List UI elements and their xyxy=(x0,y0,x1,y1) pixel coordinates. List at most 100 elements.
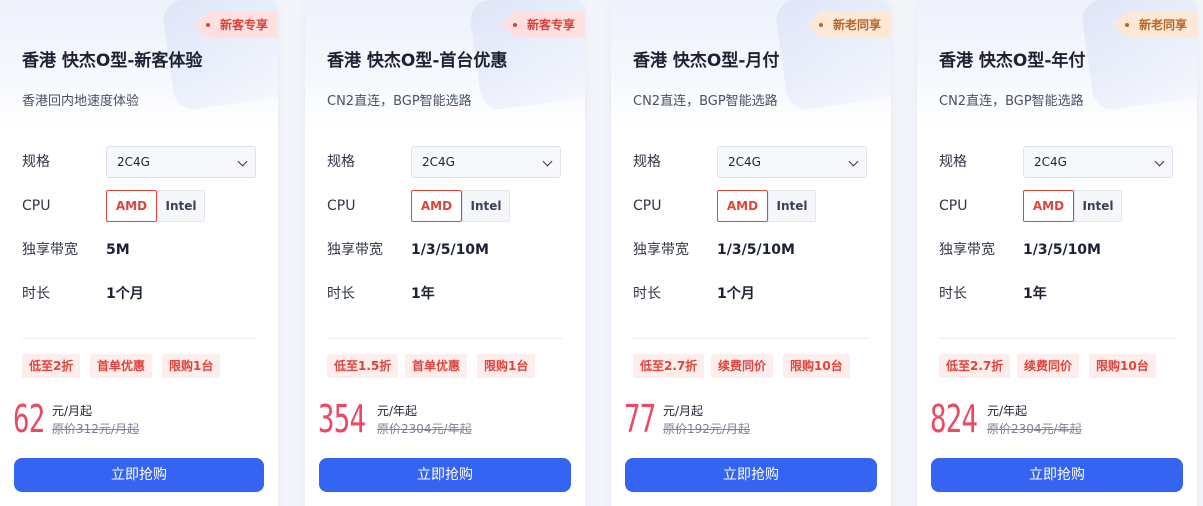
tag-dot-icon xyxy=(818,23,823,27)
spec-row: 规格 2C4G xyxy=(633,146,869,178)
limit-badge: 限购10台 xyxy=(1089,354,1156,378)
cpu-option-intel[interactable]: Intel xyxy=(768,190,816,222)
duration-value: 1个月 xyxy=(717,286,755,302)
tag-dot-icon xyxy=(512,23,517,27)
chevron-down-icon xyxy=(542,156,553,167)
price-unit: 元/月起 xyxy=(663,404,704,418)
price-unit: 元/年起 xyxy=(987,404,1028,418)
bandwidth-label: 独享带宽 xyxy=(327,242,383,258)
bandwidth-value: 1/3/5/10M xyxy=(411,242,489,258)
price-unit: 元/月起 xyxy=(52,404,93,418)
cpu-option-amd[interactable]: AMD xyxy=(717,190,768,222)
spec-select-value: 2C4G xyxy=(422,155,455,169)
cpu-label: CPU xyxy=(22,198,51,214)
spec-label: 规格 xyxy=(327,154,355,170)
buy-now-button[interactable]: 立即抢购 xyxy=(625,458,877,492)
bandwidth-row: 独享带宽 5M xyxy=(22,234,256,266)
cpu-option-amd[interactable]: AMD xyxy=(411,190,462,222)
duration-label: 时长 xyxy=(327,286,355,302)
divider xyxy=(939,338,1175,339)
product-card: 新老同享 香港 快杰O型-年付 CN2直连，BGP智能选路 规格 2C4G CP… xyxy=(917,0,1197,506)
price-value: 77 xyxy=(624,397,656,441)
cpu-label: CPU xyxy=(633,198,662,214)
divider xyxy=(633,338,869,339)
product-card: 新老同享 香港 快杰O型-月付 CN2直连，BGP智能选路 规格 2C4G CP… xyxy=(611,0,891,506)
product-subtitle: CN2直连，BGP智能选路 xyxy=(939,94,1084,109)
price-value: 824 xyxy=(930,397,978,441)
duration-value: 1年 xyxy=(1023,286,1047,302)
product-title: 香港 快杰O型-月付 xyxy=(633,51,780,71)
promo-tag: 新老同享 xyxy=(806,12,891,38)
buy-now-button[interactable]: 立即抢购 xyxy=(319,458,571,492)
spec-row: 规格 2C4G xyxy=(22,146,256,178)
tag-dot-icon xyxy=(1124,23,1129,27)
price-value: 354 xyxy=(318,397,366,441)
cpu-option-intel[interactable]: Intel xyxy=(1074,190,1122,222)
spec-label: 规格 xyxy=(633,154,661,170)
buy-now-button[interactable]: 立即抢购 xyxy=(931,458,1183,492)
offer-badge: 续费同价 xyxy=(711,354,774,378)
discount-badge: 低至2.7折 xyxy=(633,354,705,378)
discount-badge: 低至1.5折 xyxy=(327,354,399,378)
cpu-row: CPU AMD Intel xyxy=(22,190,256,222)
product-title: 香港 快杰O型-年付 xyxy=(939,51,1086,71)
spec-select[interactable]: 2C4G xyxy=(717,146,867,178)
spec-select[interactable]: 2C4G xyxy=(1023,146,1173,178)
promo-tag: 新客专享 xyxy=(193,12,278,38)
promo-tag-label: 新客专享 xyxy=(526,18,575,32)
promo-tag: 新老同享 xyxy=(1112,12,1197,38)
cpu-option-intel[interactable]: Intel xyxy=(462,190,510,222)
duration-row: 时长 1年 xyxy=(939,278,1175,310)
chevron-down-icon xyxy=(1154,156,1165,167)
bandwidth-row: 独享带宽 1/3/5/10M xyxy=(327,234,563,266)
bandwidth-value: 5M xyxy=(106,242,130,258)
original-price: 原价192元/月起 xyxy=(663,422,750,436)
duration-label: 时长 xyxy=(939,286,967,302)
limit-badge: 限购1台 xyxy=(477,354,536,378)
limit-badge: 限购1台 xyxy=(162,354,221,378)
duration-row: 时长 1个月 xyxy=(22,278,256,310)
discount-badge: 低至2折 xyxy=(22,354,81,378)
chevron-down-icon xyxy=(237,156,248,167)
cpu-row: CPU AMD Intel xyxy=(327,190,563,222)
promo-tag-label: 新老同享 xyxy=(1138,18,1187,32)
spec-label: 规格 xyxy=(22,154,50,170)
cpu-option-amd[interactable]: AMD xyxy=(1023,190,1074,222)
promo-tag-label: 新老同享 xyxy=(832,18,881,32)
discount-badge: 低至2.7折 xyxy=(939,354,1011,378)
original-price: 原价2304元/年起 xyxy=(987,422,1082,436)
tag-dot-icon xyxy=(205,23,210,27)
spec-select[interactable]: 2C4G xyxy=(411,146,561,178)
bandwidth-label: 独享带宽 xyxy=(633,242,689,258)
promo-tag: 新客专享 xyxy=(500,12,585,38)
duration-value: 1个月 xyxy=(106,286,144,302)
duration-row: 时长 1个月 xyxy=(633,278,869,310)
product-title: 香港 快杰O型-新客体验 xyxy=(22,51,203,71)
product-subtitle: 香港回内地速度体验 xyxy=(22,94,140,109)
cpu-row: CPU AMD Intel xyxy=(939,190,1175,222)
offer-badge: 首单优惠 xyxy=(90,354,153,378)
duration-row: 时长 1年 xyxy=(327,278,563,310)
promo-tag-label: 新客专享 xyxy=(219,18,268,32)
bandwidth-label: 独享带宽 xyxy=(939,242,995,258)
cpu-option-amd[interactable]: AMD xyxy=(106,190,157,222)
spec-select[interactable]: 2C4G xyxy=(106,146,256,178)
buy-now-button[interactable]: 立即抢购 xyxy=(14,458,264,492)
duration-label: 时长 xyxy=(22,286,50,302)
spec-label: 规格 xyxy=(939,154,967,170)
duration-label: 时长 xyxy=(633,286,661,302)
offer-badge: 首单优惠 xyxy=(405,354,468,378)
cpu-label: CPU xyxy=(327,198,356,214)
product-card: 新客专享 香港 快杰O型-新客体验 香港回内地速度体验 规格 2C4G CPU … xyxy=(0,0,278,506)
spec-row: 规格 2C4G xyxy=(327,146,563,178)
original-price: 原价2304元/年起 xyxy=(377,422,472,436)
spec-select-value: 2C4G xyxy=(1034,155,1067,169)
product-subtitle: CN2直连，BGP智能选路 xyxy=(633,94,778,109)
spec-row: 规格 2C4G xyxy=(939,146,1175,178)
cpu-option-intel[interactable]: Intel xyxy=(157,190,205,222)
chevron-down-icon xyxy=(848,156,859,167)
product-card-list: 新客专享 香港 快杰O型-新客体验 香港回内地速度体验 规格 2C4G CPU … xyxy=(0,0,1203,506)
product-card: 新客专享 香港 快杰O型-首台优惠 CN2直连，BGP智能选路 规格 2C4G … xyxy=(305,0,585,506)
spec-select-value: 2C4G xyxy=(728,155,761,169)
bandwidth-value: 1/3/5/10M xyxy=(717,242,795,258)
